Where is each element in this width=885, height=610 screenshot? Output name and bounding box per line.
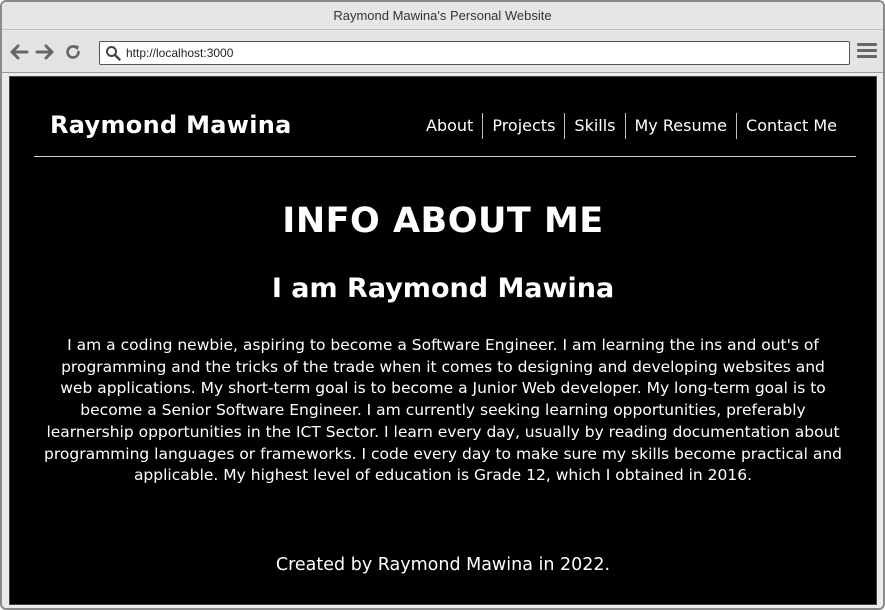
menu-icon[interactable]: [857, 43, 877, 61]
nav-link-projects[interactable]: Projects: [482, 113, 564, 139]
window-title: Raymond Mawina's Personal Website: [333, 8, 552, 23]
address-bar[interactable]: http://localhost:3000: [99, 41, 850, 65]
browser-toolbar: http://localhost:3000: [2, 31, 883, 73]
page-viewport: Raymond Mawina About Projects Skills My …: [9, 76, 877, 605]
page-footer: Created by Raymond Mawina in 2022.: [275, 555, 611, 575]
page-title: INFO ABOUT ME: [282, 201, 604, 241]
back-arrow-icon[interactable]: [8, 41, 30, 63]
forward-arrow-icon[interactable]: [34, 41, 56, 63]
nav-link-my-resume[interactable]: My Resume: [624, 113, 737, 139]
nav-link-contact-me[interactable]: Contact Me: [736, 113, 846, 139]
reload-icon[interactable]: [62, 41, 84, 63]
site-nav: About Projects Skills My Resume Contact …: [417, 113, 846, 139]
nav-link-skills[interactable]: Skills: [564, 113, 624, 139]
site-header: Raymond Mawina About Projects Skills My …: [34, 97, 856, 157]
browser-window: Raymond Mawina's Personal Website http:/…: [0, 0, 885, 610]
nav-link-about[interactable]: About: [417, 113, 482, 139]
address-url[interactable]: http://localhost:3000: [126, 46, 233, 60]
bio-paragraph: I am a coding newbie, aspiring to become…: [44, 336, 842, 485]
site-brand[interactable]: Raymond Mawina: [50, 111, 292, 139]
search-icon: [100, 42, 126, 64]
window-titlebar: Raymond Mawina's Personal Website: [2, 2, 883, 30]
page-subtitle: I am Raymond Mawina: [271, 273, 615, 304]
